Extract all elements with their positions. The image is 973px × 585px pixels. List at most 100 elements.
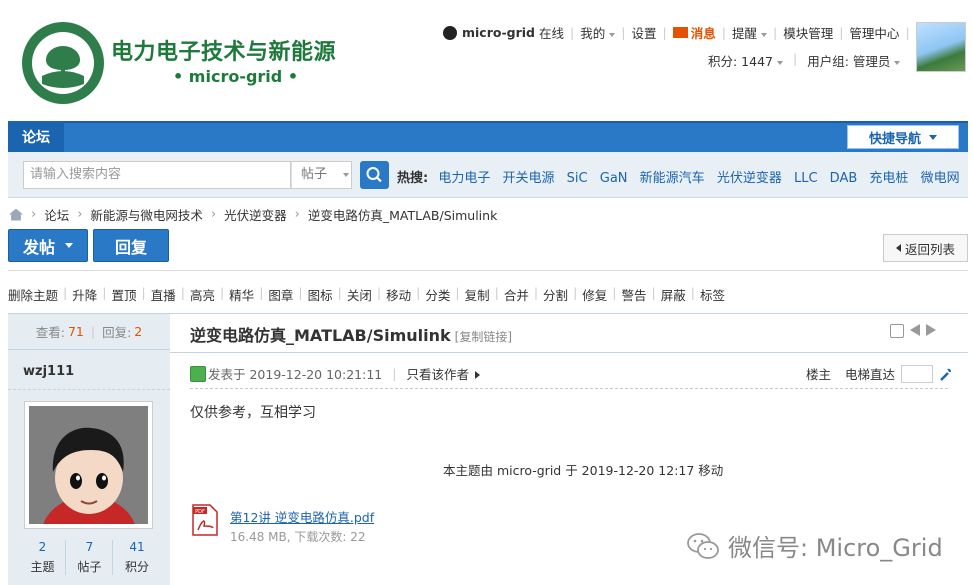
quick-nav-button[interactable]: 快捷导航 (847, 125, 959, 149)
breadcrumb-item[interactable]: 光伏逆变器 (224, 205, 287, 224)
hot-keyword[interactable]: GaN (600, 171, 628, 186)
copy-link[interactable]: [复制链接] (455, 330, 512, 344)
site-name: 电力电子技术与新能源 (111, 40, 337, 65)
only-author-link[interactable]: 只看该作者 (406, 364, 480, 383)
divider (8, 389, 170, 390)
mod-tool[interactable]: 高亮 (190, 285, 215, 304)
search-type-select[interactable]: 帖子 (291, 161, 352, 189)
thread-stats: 查看: 71 | 回复: 2 (8, 314, 170, 350)
hot-keyword[interactable]: 开关电源 (503, 171, 555, 186)
hot-search-label: 热搜: (397, 171, 429, 186)
hot-keyword[interactable]: DAB (830, 171, 858, 186)
online-icon (190, 365, 206, 382)
breadcrumb-item[interactable]: 论坛 (44, 205, 69, 224)
svg-text:PDF: PDF (195, 509, 205, 515)
prev-thread-icon[interactable] (910, 324, 920, 336)
mod-tool[interactable]: 复制 (465, 285, 490, 304)
admin-center-link[interactable]: 管理中心 (849, 23, 899, 42)
attachment-link[interactable]: 第12讲 逆变电路仿真.pdf (230, 507, 374, 526)
back-to-list-button[interactable]: 返回列表 (883, 234, 968, 262)
divider (170, 352, 968, 353)
online-status: 在线 (539, 26, 565, 41)
mine-menu[interactable]: 我的 (580, 23, 616, 42)
post-meta: 发表于 2019-12-20 10:21:11 | 只看该作者 (190, 364, 480, 383)
moved-note: 本主题由 micro-grid 于 2019-12-20 12:17 移动 (443, 463, 724, 478)
envelope-icon (672, 27, 688, 38)
hot-keyword[interactable]: 充电桩 (869, 171, 908, 186)
search-button[interactable] (360, 161, 389, 189)
mod-tool[interactable]: 图章 (268, 285, 293, 304)
usergroup-menu[interactable]: 用户组: 管理员 (807, 51, 901, 70)
post-content: 仅供参考，互相学习 (190, 405, 316, 421)
nav-item-forum[interactable]: 论坛 (8, 121, 64, 152)
mod-tool[interactable]: 分类 (425, 285, 450, 304)
divider (190, 388, 948, 389)
user-bar: micro-grid 在线 | 我的 | 设置 | 消息 | 提醒 | 模块管理… (443, 23, 941, 42)
breadcrumb-item[interactable]: 逆变电路仿真_MATLAB/Simulink (308, 205, 497, 224)
floor-info: 楼主 电梯直达 (806, 364, 953, 383)
next-thread-icon[interactable] (926, 324, 936, 336)
elevator-input[interactable] (901, 364, 934, 383)
author-stat[interactable]: 41 积分 (114, 540, 160, 575)
hot-keyword[interactable]: 新能源汽车 (640, 171, 705, 186)
mod-tool[interactable]: 警告 (622, 285, 647, 304)
divider (8, 270, 968, 271)
mod-tool[interactable]: 图标 (308, 285, 333, 304)
author-stats: 2 主题 7 帖子 41 积分 (20, 540, 160, 575)
chevron-down-icon (929, 134, 937, 140)
mod-tool[interactable]: 分割 (543, 285, 568, 304)
breadcrumb-item[interactable]: 新能源与微电网技术 (90, 205, 203, 224)
post-time: 发表于 2019-12-20 10:21:11 (208, 367, 383, 382)
chevron-down-icon (343, 172, 350, 177)
user-avatar[interactable] (916, 22, 966, 72)
hot-keyword[interactable]: 微电网 (921, 171, 960, 186)
thread-title: 逆变电路仿真_MATLAB/Simulink [复制链接] (190, 326, 513, 345)
replies-count: 2 (134, 324, 143, 339)
views-count: 71 (67, 324, 84, 339)
print-icon[interactable] (890, 324, 904, 338)
hot-keyword[interactable]: 电力电子 (438, 171, 490, 186)
chevron-down-icon (760, 32, 767, 37)
mod-tool[interactable]: 直播 (151, 285, 176, 304)
hot-keyword[interactable]: 光伏逆变器 (717, 171, 782, 186)
hot-search: 热搜: 电力电子 开关电源 SiC GaN 新能源汽车 光伏逆变器 LLC DA… (397, 167, 968, 186)
points-menu[interactable]: 积分: 1447 (708, 51, 783, 70)
chevron-down-icon (894, 60, 901, 65)
elevator-label: 电梯直达 (845, 367, 896, 382)
mod-tool[interactable]: 合并 (504, 285, 529, 304)
mod-tool[interactable]: 关闭 (347, 285, 372, 304)
mod-tool[interactable]: 标签 (700, 285, 725, 304)
site-subtitle: • micro-grid • (173, 67, 299, 86)
play-icon (474, 371, 480, 379)
main-nav (8, 121, 968, 152)
author-stat[interactable]: 2 主题 (20, 540, 66, 575)
moderation-toolbar: 删除主题 | 升降 | 置顶 | 直播 | 高亮 | 精华 | 图章 | 图标 | 关闭 | 移动… (8, 285, 725, 304)
mod-tool[interactable]: 删除主题 (8, 285, 58, 304)
hot-keyword[interactable]: SiC (567, 171, 588, 186)
username-link[interactable]: micro-grid (462, 25, 535, 40)
mod-tool[interactable]: 升降 (72, 285, 97, 304)
home-icon[interactable] (9, 208, 23, 221)
search-input[interactable]: 请输入搜索内容 (23, 161, 291, 189)
user-credits: 积分: 1447 | 用户组: 管理员 (708, 51, 901, 70)
author-stat[interactable]: 7 帖子 (67, 540, 113, 575)
mod-tool[interactable]: 置顶 (111, 285, 136, 304)
settings-link[interactable]: 设置 (631, 23, 656, 42)
chevron-down-icon (777, 60, 783, 65)
author-name[interactable]: wzj111 (23, 364, 74, 379)
mod-tool[interactable]: 屏蔽 (661, 285, 686, 304)
messages-link[interactable]: 消息 (691, 23, 716, 42)
floor-label: 楼主 (806, 367, 832, 382)
remind-menu[interactable]: 提醒 (732, 23, 767, 42)
mod-tool[interactable]: 修复 (582, 285, 607, 304)
module-manage-link[interactable]: 模块管理 (783, 23, 833, 42)
chevron-down-icon (65, 243, 73, 248)
mod-tool[interactable]: 精华 (229, 285, 254, 304)
mod-tool[interactable]: 移动 (386, 285, 411, 304)
jump-icon[interactable] (939, 367, 953, 381)
author-avatar[interactable] (24, 401, 153, 529)
post-button[interactable]: 发帖 (8, 229, 88, 262)
reply-button[interactable]: 回复 (93, 229, 169, 262)
hot-keyword[interactable]: LLC (794, 171, 818, 186)
tree-icon (32, 32, 94, 94)
